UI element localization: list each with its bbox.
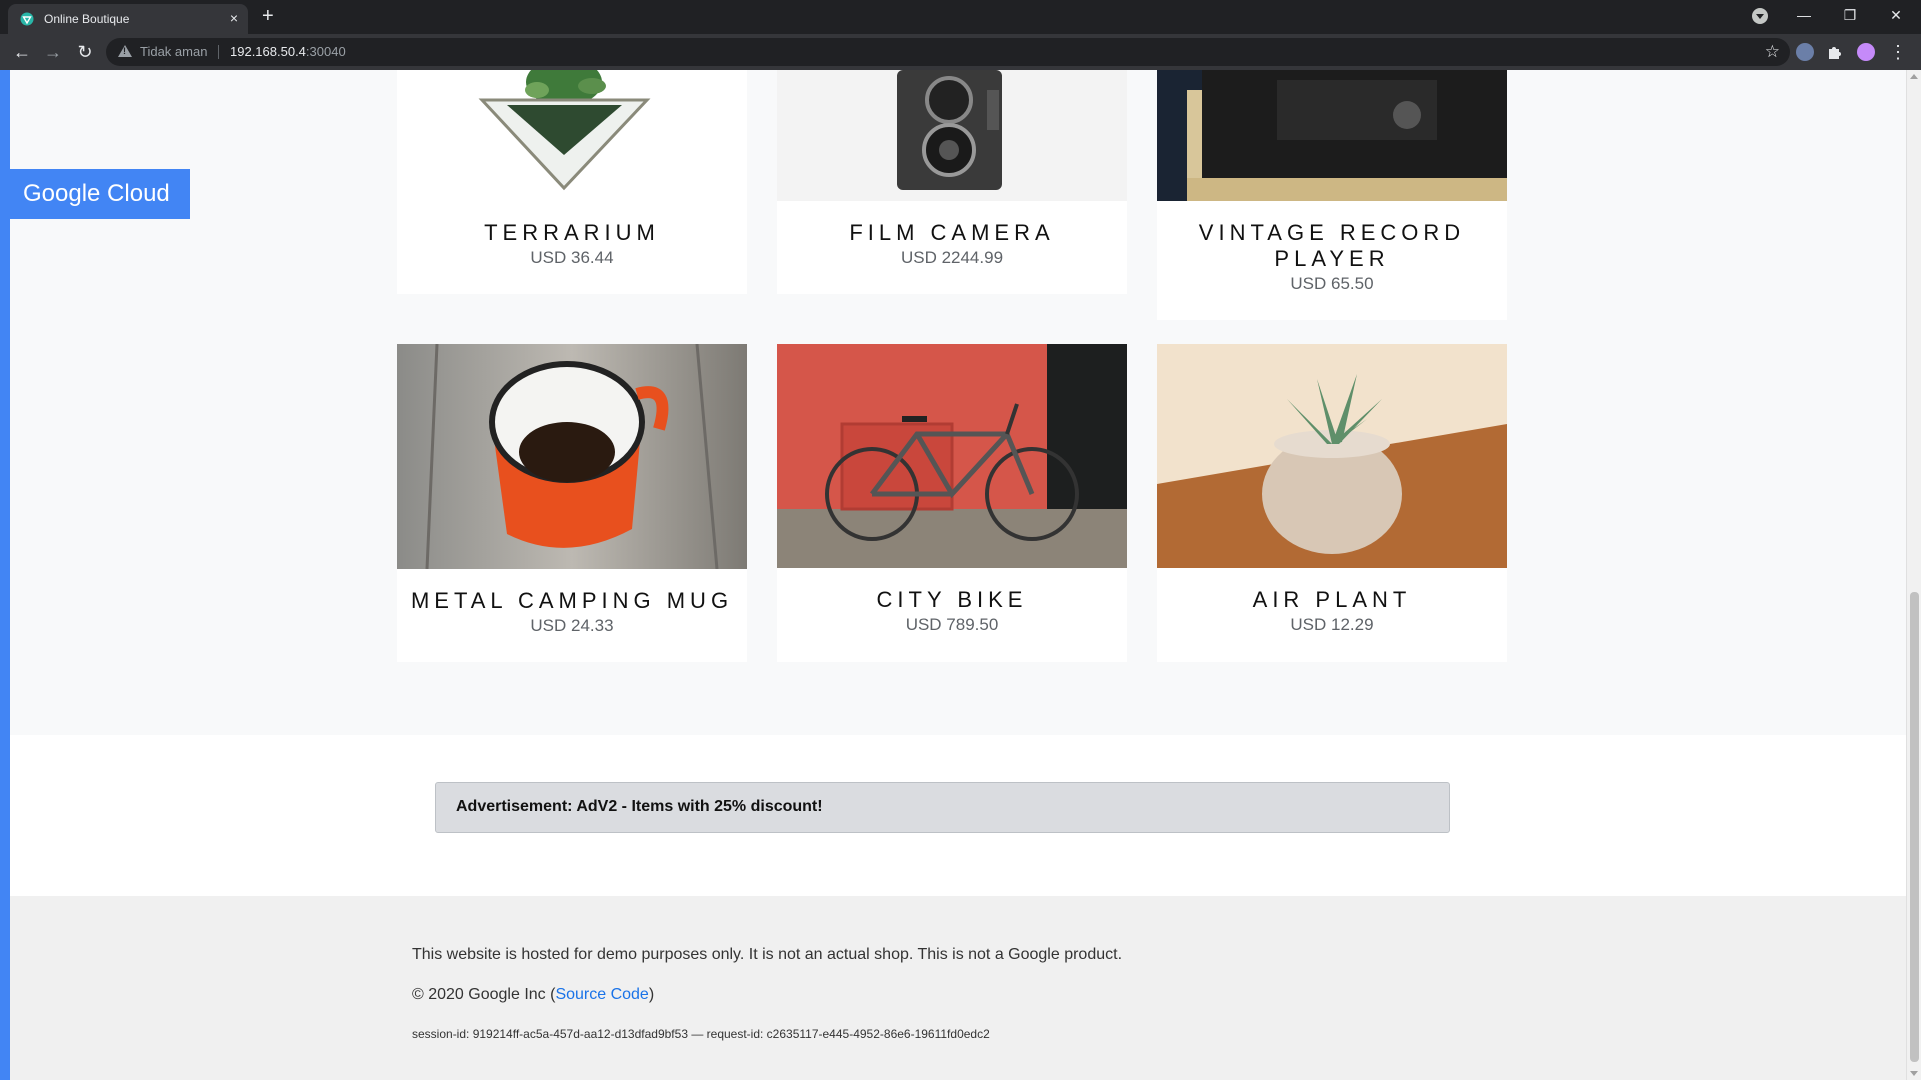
warning-icon — [118, 45, 132, 57]
page-viewport: Google Cloud Terrarium USD 36.44 Film Ca… — [0, 70, 1921, 1080]
product-card[interactable]: Air Plant USD 12.29 — [1157, 344, 1507, 662]
source-code-link[interactable]: Source Code — [555, 986, 648, 1003]
product-price: USD 789.50 — [905, 615, 999, 634]
product-card[interactable]: Terrarium USD 36.44 — [397, 70, 747, 294]
minimize-button[interactable]: — — [1781, 2, 1827, 30]
advertisement-text[interactable]: Advertisement: AdV2 - Items with 25% dis… — [456, 798, 823, 816]
left-accent-bar — [0, 70, 10, 1080]
new-tab-button[interactable]: + — [262, 6, 274, 26]
product-image-air-plant — [1157, 344, 1507, 568]
profile-avatar[interactable] — [1857, 43, 1875, 61]
browser-tab[interactable]: Online Boutique × — [8, 4, 248, 34]
page-scrollbar[interactable] — [1906, 70, 1921, 1080]
product-image-vintage-record-player — [1157, 70, 1507, 201]
browser-menu-icon[interactable]: ⋮ — [1886, 40, 1910, 64]
bookmark-star-icon[interactable]: ☆ — [1765, 42, 1780, 62]
product-image-film-camera — [777, 70, 1127, 201]
scroll-up-icon[interactable] — [1910, 74, 1918, 79]
reload-button[interactable]: ↻ — [73, 40, 97, 64]
product-price: USD 36.44 — [530, 248, 614, 267]
advertisement-banner[interactable]: Advertisement: AdV2 - Items with 25% dis… — [435, 782, 1450, 833]
google-cloud-badge[interactable]: Google Cloud — [10, 169, 190, 219]
copyright-text: © 2020 Google Inc ( — [412, 986, 556, 1003]
scroll-down-icon[interactable] — [1910, 1071, 1918, 1076]
product-card[interactable]: Film Camera USD 2244.99 — [777, 70, 1127, 294]
product-price: USD 65.50 — [1290, 274, 1374, 293]
product-name[interactable]: Vintage Record Player — [1167, 220, 1497, 272]
extensions-puzzle-icon[interactable] — [1826, 43, 1844, 61]
product-name[interactable]: Metal Camping Mug — [407, 588, 737, 614]
product-name[interactable]: Terrarium — [407, 220, 737, 246]
product-image-terrarium — [397, 70, 747, 201]
copyright-suffix: ) — [648, 986, 655, 1003]
session-info: session-id: 919214ff-ac5a-457d-aa12-d13d… — [412, 1027, 990, 1041]
close-window-button[interactable]: ✕ — [1873, 2, 1919, 30]
footer-disclaimer: This website is hosted for demo purposes… — [412, 946, 1123, 963]
back-button[interactable]: ← — [10, 40, 34, 64]
tab-close-icon[interactable]: × — [230, 10, 238, 26]
product-card[interactable]: City Bike USD 789.50 — [777, 344, 1127, 662]
product-price: USD 2244.99 — [900, 248, 1004, 267]
product-image-metal-camping-mug — [397, 344, 747, 569]
product-card[interactable]: Metal Camping Mug USD 24.33 — [397, 344, 747, 662]
scrollbar-thumb[interactable] — [1910, 592, 1919, 1062]
url-text[interactable]: 192.168.50.4:30040 — [230, 44, 346, 59]
browser-tabstrip: Online Boutique × + — ❐ ✕ — [0, 0, 1921, 34]
browser-toolbar: ← → ↻ Tidak aman 192.168.50.4:30040 ☆ ⋮ — [0, 34, 1921, 70]
url-port: :30040 — [305, 44, 346, 59]
extension-icon[interactable] — [1796, 43, 1814, 61]
product-price: USD 12.29 — [1290, 615, 1374, 634]
address-bar[interactable]: Tidak aman 192.168.50.4:30040 ☆ — [106, 38, 1790, 66]
product-name[interactable]: Air Plant — [1167, 587, 1497, 613]
forward-button[interactable]: → — [41, 40, 65, 64]
product-card[interactable]: Vintage Record Player USD 65.50 — [1157, 70, 1507, 320]
footer: This website is hosted for demo purposes… — [10, 896, 1906, 1080]
boutique-favicon-icon — [20, 12, 34, 26]
tab-title: Online Boutique — [44, 12, 130, 26]
product-name[interactable]: City Bike — [787, 587, 1117, 613]
omnibox-divider — [218, 45, 219, 59]
footer-copyright: © 2020 Google Inc (Source Code) — [412, 986, 654, 1004]
product-image-city-bike — [777, 344, 1127, 568]
product-name[interactable]: Film Camera — [787, 220, 1117, 246]
product-price: USD 24.33 — [530, 616, 614, 635]
url-host: 192.168.50.4 — [230, 44, 306, 59]
security-indicator[interactable]: Tidak aman — [140, 44, 207, 59]
tab-search-icon[interactable] — [1752, 8, 1768, 24]
restore-button[interactable]: ❐ — [1827, 2, 1873, 30]
